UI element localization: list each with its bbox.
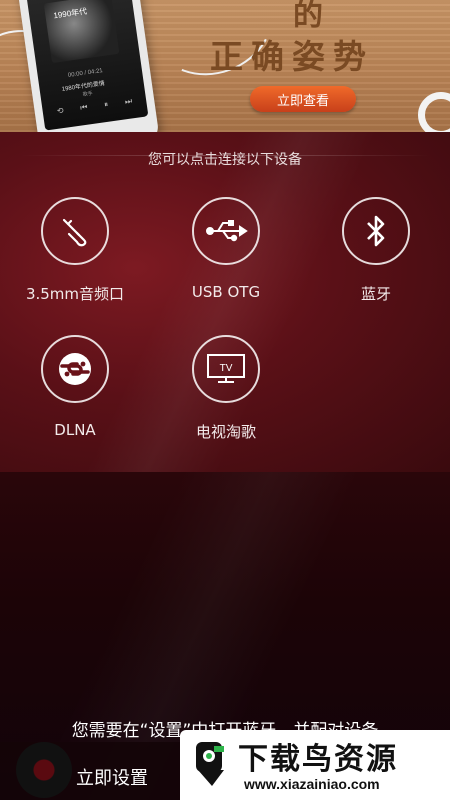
headphone-jack-icon: [41, 197, 109, 265]
device-headphone-jack[interactable]: 3.5mm音频口: [15, 197, 135, 304]
song-time: 00:00 / 04:21: [67, 68, 104, 79]
device-label: DLNA: [54, 421, 96, 439]
device-label: 电视淘歌: [195, 423, 256, 441]
next-icon: ⏭: [124, 96, 133, 107]
device-label: 3.5mm音频口: [25, 285, 125, 303]
promo-banner[interactable]: 1990年代 00:00 / 04:21 1980年代的爱情 歌手 ⟲ ⏮ ⏸ …: [0, 0, 450, 132]
watermark-title: 下载鸟资源: [238, 742, 398, 777]
coffee-cup-illustration: [418, 92, 450, 132]
bird-logo-icon: [196, 742, 224, 786]
device-usb-otg[interactable]: USB OTG: [166, 197, 286, 301]
banner-title-top: 的: [293, 0, 327, 33]
panel-header: 您可以点击连接以下设备: [148, 152, 302, 168]
watermark: 下载鸟资源 www.xiazainiao.com: [180, 730, 450, 800]
phone-illustration: 1990年代 00:00 / 04:21 1980年代的爱情 歌手 ⟲ ⏮ ⏸ …: [16, 0, 160, 132]
bluetooth-icon: [342, 197, 410, 265]
view-now-button[interactable]: 立即查看: [250, 86, 356, 112]
device-tv[interactable]: TV 电视淘歌: [166, 335, 286, 442]
device-dlna[interactable]: DLNA: [15, 335, 135, 439]
song-artist: 歌手: [82, 90, 94, 99]
player-controls: ⟲ ⏮ ⏸ ⏭: [56, 96, 133, 120]
device-label: USB OTG: [191, 283, 261, 301]
device-label: 蓝牙: [360, 285, 391, 303]
svg-text:TV: TV: [220, 363, 233, 374]
usb-icon: [192, 197, 260, 265]
setup-now-button[interactable]: 立即设置: [62, 760, 162, 794]
play-icon: ⏸: [103, 99, 109, 110]
banner-title: 正确姿势: [210, 37, 374, 76]
prev-icon: ⏮: [79, 102, 89, 113]
watermark-url: www.xiazainiao.com: [244, 776, 380, 792]
device-bluetooth[interactable]: 蓝牙: [316, 197, 436, 304]
dlna-icon: [41, 335, 109, 403]
tv-icon: TV: [192, 335, 260, 403]
repeat-icon: ⟲: [56, 105, 65, 116]
